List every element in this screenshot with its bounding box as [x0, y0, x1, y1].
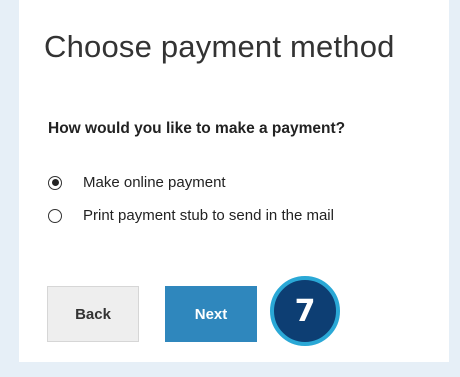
step-number-badge: 7: [270, 276, 340, 346]
page-background: Choose payment method How would you like…: [0, 0, 460, 377]
option-label: Print payment stub to send in the mail: [83, 207, 334, 224]
payment-question: How would you like to make a payment?: [48, 120, 346, 137]
option-online-payment[interactable]: Make online payment: [48, 174, 226, 191]
option-label: Make online payment: [83, 174, 226, 191]
next-button[interactable]: Next: [165, 286, 257, 342]
page-title: Choose payment method: [44, 29, 395, 64]
radio-selected-dot: [51, 179, 59, 186]
radio-online-payment[interactable]: [48, 175, 62, 190]
radio-print-stub[interactable]: [48, 208, 62, 223]
option-print-stub[interactable]: Print payment stub to send in the mail: [48, 207, 334, 224]
back-button[interactable]: Back: [47, 286, 139, 342]
